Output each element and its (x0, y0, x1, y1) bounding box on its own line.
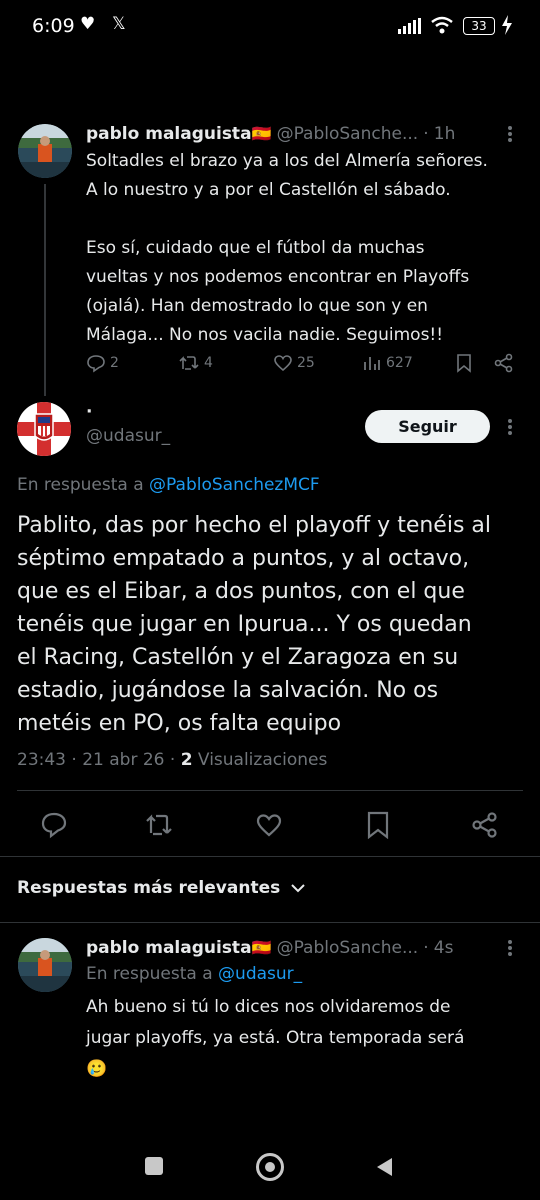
divider (17, 790, 523, 791)
tweet-time[interactable]: 4s (434, 938, 454, 958)
text-line: (ojalá). Han demostrado lo que son y en (86, 296, 428, 316)
text-line: Eso sí, cuidado que el fútbol da muchas (86, 238, 425, 258)
chevron-down-icon (291, 884, 305, 893)
avatar[interactable] (18, 938, 72, 992)
reply-icon (41, 812, 67, 839)
divider (0, 856, 540, 857)
heart-outline-icon (274, 355, 292, 372)
reply-prefix: En respuesta a (86, 964, 219, 984)
thread-line (44, 184, 46, 396)
tweet-time[interactable]: 1h (434, 124, 456, 144)
avatar[interactable] (18, 124, 72, 178)
heart-outline-icon (256, 814, 282, 837)
author-handle[interactable]: @PabloSanche... (277, 938, 419, 958)
replies-sort-label: Respuestas más relevantes (17, 878, 281, 898)
tweet-header: pablo malaguista🇪🇸 @PabloSanche... · 4s (86, 938, 506, 958)
reply-to-link[interactable]: @udasur_ (218, 964, 302, 984)
tweet-header: pablo malaguista🇪🇸 @PabloSanche... · 1h (86, 124, 506, 144)
follow-button[interactable]: Seguir (365, 410, 490, 443)
share-icon (494, 353, 513, 373)
reply-context: En respuesta a @PabloSanchezMCF (17, 475, 320, 495)
bookmark-icon (457, 354, 471, 373)
text-line: jugar playoffs, ya está. Otra temporada … (86, 1028, 465, 1048)
reply-icon (87, 355, 105, 373)
reply-prefix: En respuesta a (17, 475, 150, 495)
reply-button[interactable]: 2 (86, 353, 119, 373)
battery-indicator: 33 (463, 17, 495, 35)
share-button[interactable] (494, 353, 514, 373)
bookmark-button[interactable] (455, 353, 473, 373)
text-line: Pablito, das por hecho el playoff y tené… (17, 513, 491, 538)
tweet-text: Pablito, das por hecho el playoff y tené… (17, 509, 527, 740)
like-count: 25 (297, 355, 315, 371)
flag-emoji: 🇪🇸 (251, 124, 272, 143)
text-line: Soltadles el brazo ya a los del Almería … (86, 151, 488, 171)
tweet-meta: 23:43 · 21 abr 26 · 2 Visualizaciones (17, 750, 327, 770)
text-line: que es el Eibar, a dos puntos, con el qu… (17, 579, 465, 604)
retweet-button[interactable] (144, 811, 174, 839)
views-icon (364, 357, 380, 370)
reply-count: 2 (110, 355, 119, 371)
views-count: 2 (180, 750, 193, 770)
author-handle[interactable]: @PabloSanche... (277, 124, 419, 144)
author-name[interactable]: pablo malaguista (86, 938, 252, 958)
more-options-icon[interactable] (500, 936, 520, 960)
bookmark-button[interactable] (366, 811, 390, 839)
retweet-icon (179, 356, 199, 370)
text-line: séptimo empatado a puntos, y al octavo, (17, 546, 470, 571)
like-button[interactable]: 25 (273, 353, 315, 373)
text-line: Ah bueno si tú lo dices nos olvidaremos … (86, 997, 451, 1017)
home-dot (265, 1162, 275, 1172)
x-logo-icon: 𝕏 (112, 14, 126, 34)
heart-icon: ♥ (80, 14, 96, 34)
recent-apps-button[interactable] (145, 1157, 163, 1175)
home-button[interactable] (256, 1153, 284, 1181)
divider (0, 922, 540, 923)
author-handle[interactable]: @udasur_ (86, 426, 170, 446)
reply-to-link[interactable]: @PabloSanchezMCF (149, 475, 320, 495)
text-line: vueltas y nos podemos encontrar en Playo… (86, 267, 470, 287)
more-options-icon[interactable] (500, 122, 520, 146)
status-time: 6:09 (32, 15, 75, 37)
bookmark-icon (367, 811, 389, 839)
reply-button[interactable] (40, 811, 68, 839)
views-button[interactable]: 627 (362, 353, 413, 373)
retweet-icon (146, 814, 172, 836)
back-icon (377, 1158, 392, 1176)
views-count: 627 (386, 355, 413, 371)
udasur-avatar[interactable] (17, 402, 71, 456)
status-bar: 6:09 ♥ 𝕏 33 (0, 0, 540, 52)
flag-emoji: 🇪🇸 (251, 938, 272, 957)
timestamp[interactable]: 23:43 · 21 abr 26 · (17, 750, 181, 770)
emoji: 🥲 (86, 1059, 108, 1079)
text-line: el Racing, Castellón y el Zaragoza en su (17, 645, 459, 670)
text-line: A lo nuestro y a por el Castellón el sáb… (86, 180, 451, 200)
replies-sort-dropdown[interactable]: Respuestas más relevantes (17, 878, 306, 898)
reply-context: En respuesta a @udasur_ (86, 964, 302, 984)
tweet-text: Soltadles el brazo ya a los del Almería … (86, 147, 526, 350)
share-icon (472, 812, 497, 838)
more-options-icon[interactable] (500, 415, 520, 439)
share-button[interactable] (471, 811, 499, 839)
separator: · (423, 124, 429, 144)
text-line (86, 205, 526, 234)
separator: · (423, 938, 429, 958)
text-line: estadio, jugándose la salvación. No os (17, 678, 439, 703)
author-name[interactable]: pablo malaguista (86, 124, 252, 144)
text-line: Málaga... No nos vacila nadie. Seguimos!… (86, 325, 444, 345)
signal-icon (398, 18, 421, 34)
retweet-button[interactable]: 4 (178, 353, 213, 373)
text-line: tenéis que jugar en Ipurua... Y os queda… (17, 612, 472, 637)
charging-icon (502, 15, 512, 35)
tweet-text: Ah bueno si tú lo dices nos olvidaremos … (86, 992, 526, 1085)
views-label: Visualizaciones (192, 750, 328, 770)
back-button[interactable] (374, 1156, 394, 1178)
like-button[interactable] (255, 811, 283, 839)
text-line: metéis en PO, os falta equipo (17, 711, 342, 736)
retweet-count: 4 (204, 355, 213, 371)
wifi-icon (431, 16, 453, 34)
author-name[interactable]: · (86, 402, 92, 422)
